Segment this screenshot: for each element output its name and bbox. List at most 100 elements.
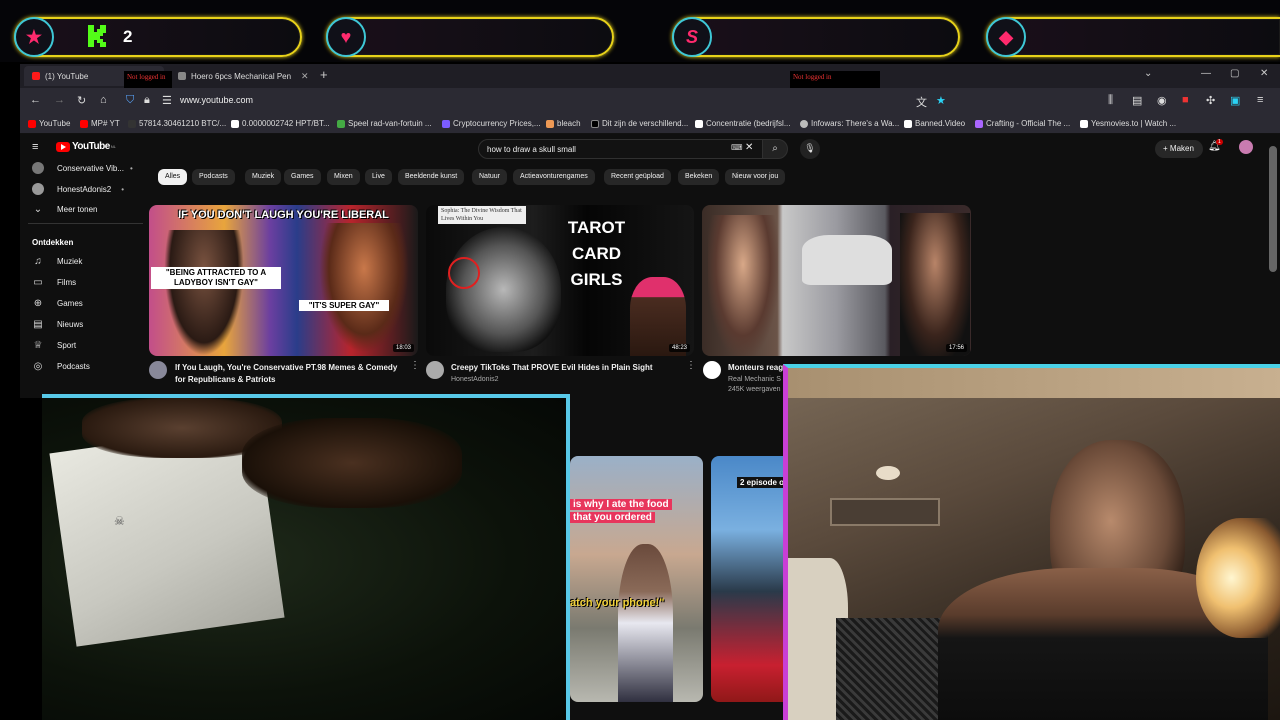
account-avatar[interactable] [1239, 140, 1253, 154]
chip-games[interactable]: Games [284, 169, 321, 185]
home-icon[interactable]: ⌂ [100, 94, 107, 106]
video-thumbnail[interactable]: IF YOU DON'T LAUGH YOU'RE LIBERAL "BEING… [149, 205, 418, 356]
video-title[interactable]: Creepy TikToks That PROVE Evil Hides in … [451, 362, 691, 374]
minimize-button[interactable]: — [1201, 68, 1211, 79]
sidebar-show-more[interactable]: ⌄ Meer tonen [32, 204, 98, 215]
channel-avatar[interactable] [703, 361, 721, 379]
sidebar-sub-honestadonis[interactable]: HonestAdonis2 • [32, 183, 124, 195]
bookmark-item[interactable]: Cryptocurrency Prices,... [442, 119, 541, 128]
clear-search-icon[interactable]: ✕ [745, 142, 753, 153]
library-icon[interactable]: ⫼ [1108, 94, 1113, 107]
forward-icon[interactable]: → [54, 94, 65, 106]
nav-bar: ← → ↻ ⌂ ⛉ 🔒︎ ☰ www.youtube.com 文 ★ ⫼ ▤ ◉… [20, 88, 1280, 114]
bookmark-item[interactable]: Crafting - Official The ... [975, 119, 1070, 128]
chip-visual-arts[interactable]: Beeldende kunst [398, 169, 465, 185]
back-icon[interactable]: ← [30, 94, 41, 106]
chip-nature[interactable]: Natuur [472, 169, 508, 185]
bookmark-item[interactable]: Banned.Video [904, 119, 965, 128]
sidebar-item-films[interactable]: ▭ Films [32, 277, 76, 288]
bookmark-item[interactable]: YouTube [28, 119, 70, 128]
sidebar-item-music[interactable]: ♫ Muziek [32, 256, 82, 267]
thumb-person-left [164, 230, 244, 356]
sidebar-item-news[interactable]: ▤ Nieuws [32, 319, 83, 330]
extension-blue-icon[interactable]: ▣ [1230, 94, 1240, 107]
short-caption: is why I ate the food that you ordered [570, 498, 703, 524]
extensions-icon[interactable]: ✣ [1206, 94, 1215, 107]
bookmark-star-icon[interactable]: ★ [936, 94, 946, 107]
new-tab-button[interactable]: + [320, 67, 328, 82]
thumb-person-left [708, 215, 778, 356]
maximize-button[interactable]: ▢ [1230, 68, 1239, 79]
bookmark-item[interactable]: bleach [546, 119, 581, 128]
chip-music[interactable]: Muziek [245, 169, 282, 185]
kick-count: 2 [123, 27, 133, 46]
menu-icon[interactable]: ≡ [1257, 94, 1263, 106]
youtube-logo[interactable]: YouTube NL [56, 141, 116, 152]
video-title[interactable]: If You Laugh, You're Conservative PT.98 … [175, 362, 410, 386]
chip-live[interactable]: Live [365, 169, 392, 185]
shield-icon[interactable]: ⛉ [126, 94, 134, 107]
tab-pencils[interactable]: Hoero 6pcs Mechanical Pencils ✕ [170, 66, 310, 86]
sidebar-item-podcasts[interactable]: ◎ Podcasts [32, 361, 90, 372]
overlay-pill-streamelements: S [672, 17, 960, 57]
page-scrollbar[interactable] [1269, 146, 1277, 272]
video-thumbnail[interactable]: 17:56 [702, 205, 971, 356]
more-options-icon[interactable]: ⋮ [410, 360, 420, 371]
video-channel[interactable]: Real Mechanic S [728, 376, 781, 383]
translate-icon[interactable]: 文 [916, 94, 927, 110]
tab-label: Hoero 6pcs Mechanical Pencils [191, 71, 291, 81]
bookmark-item[interactable]: 0.0000002742 HPT/BT... [231, 119, 330, 128]
channel-avatar[interactable] [149, 361, 167, 379]
sidebar-sub-conservative[interactable]: Conservative Vib... • [32, 162, 133, 174]
vpn-icon[interactable]: ◉ [1157, 94, 1167, 107]
short-thumbnail[interactable]: 2 episode of [711, 456, 783, 702]
chip-mixes[interactable]: Mixen [327, 169, 360, 185]
close-window-button[interactable]: ✕ [1260, 68, 1268, 79]
thumb-portrait [446, 227, 561, 352]
keyboard-icon[interactable]: ⌨ [731, 143, 743, 152]
bookmark-item[interactable]: Yesmovies.to | Watch ... [1080, 119, 1176, 128]
chart-icon [128, 119, 136, 128]
bookmark-item[interactable]: 57814.30461210 BTC/... [128, 119, 226, 128]
short-thumbnail[interactable]: is why I ate the food that you ordered a… [570, 456, 703, 702]
reload-icon[interactable]: ↻ [77, 94, 86, 107]
explore-heading: Ontdekken [32, 238, 74, 247]
crypto-icon [442, 119, 450, 128]
chip-watched[interactable]: Bekeken [678, 169, 720, 185]
bookmark-item[interactable]: Concentratie (bedrijfsl... [695, 119, 790, 128]
ceiling-light [876, 466, 900, 480]
mic-icon: 🎙︎ [804, 143, 816, 153]
chip-all[interactable]: Alles [158, 169, 188, 185]
more-options-icon[interactable]: ⋮ [686, 360, 696, 371]
bookmark-item[interactable]: Speel rad-van-fortuin ... [337, 119, 432, 128]
bookmarks-bar: YouTube MP# YT 57814.30461210 BTC/... 0.… [20, 114, 1280, 134]
create-button[interactable]: + Maken [1155, 140, 1203, 158]
url-field[interactable]: www.youtube.com [180, 95, 253, 105]
chip-new-for-you[interactable]: Nieuw voor jou [725, 169, 786, 185]
film-icon: ▭ [33, 277, 43, 288]
music-icon: ♫ [34, 256, 42, 267]
thumb-person-right [319, 223, 409, 353]
video-title[interactable]: Monteurs reag [728, 362, 788, 374]
chip-recent[interactable]: Recent geüpload [604, 169, 671, 185]
extension-red-icon[interactable]: ■ [1182, 94, 1189, 106]
video-thumbnail[interactable]: Sophia: The Divine Wisdom That Lives Wit… [426, 205, 694, 356]
hamburger-menu-icon[interactable]: ≡ [32, 141, 38, 153]
channel-avatar[interactable] [426, 361, 444, 379]
sidebar-item-games[interactable]: ⊕ Games [32, 298, 83, 309]
bookmark-item[interactable]: MP# YT [80, 119, 120, 128]
chip-podcasts[interactable]: Podcasts [192, 169, 235, 185]
globe-icon [800, 119, 808, 128]
chip-action-adventure[interactable]: Actieavonturengames [513, 169, 595, 185]
sidebar-item-sport[interactable]: ♕ Sport [32, 340, 77, 351]
permissions-icon[interactable]: ☰ [162, 94, 172, 107]
bookmark-item[interactable]: Dit zijn de verschillend... [591, 119, 688, 128]
search-button[interactable]: ⌕ [762, 139, 788, 159]
video-channel[interactable]: HonestAdonis2 [451, 376, 498, 383]
sidebar-icon[interactable]: ▤ [1132, 94, 1142, 107]
close-tab-icon[interactable]: ✕ [301, 71, 309, 82]
tab-list-icon[interactable]: ⌄ [1144, 68, 1152, 79]
shop-favicon-icon [178, 72, 186, 80]
voice-search-button[interactable]: 🎙︎ [800, 139, 820, 159]
bookmark-item[interactable]: Infowars: There's a Wa... [800, 119, 899, 128]
